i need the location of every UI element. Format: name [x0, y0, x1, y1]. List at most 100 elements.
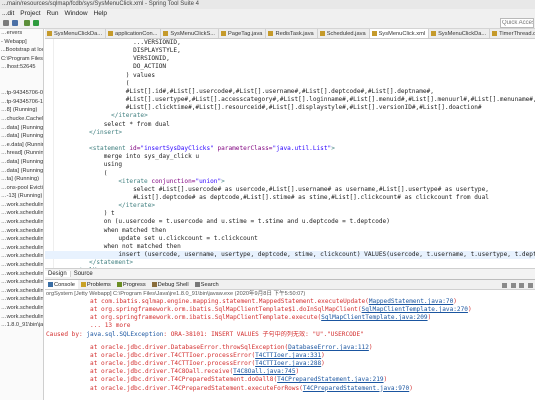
code-token: select #List[].usercode# as usercode,#Li… — [133, 185, 489, 193]
stack-frame-link[interactable]: SqlMapClientTemplate.java:209 — [321, 314, 427, 321]
debug-tree-item[interactable]: …work.scheduling... — [0, 252, 43, 261]
file-icon — [47, 31, 52, 36]
save-icon[interactable] — [12, 20, 18, 26]
console-tab-label: Progress — [122, 282, 146, 288]
debug-tree-item[interactable]: …work.scheduling... — [0, 261, 43, 270]
debug-tree-item[interactable]: …work.scheduling... — [0, 201, 43, 210]
editor-tab[interactable]: TimerThread.cla... — [490, 29, 535, 38]
stack-frame-link[interactable]: MappedStatement.java:70 — [369, 298, 453, 305]
stack-frame-link[interactable]: T4C8Oall.java:745 — [233, 368, 295, 375]
debug-tree-item[interactable]: …data] (Running) — [0, 132, 43, 141]
console-tab-debug-shell[interactable]: Debug Shell — [149, 280, 192, 289]
quick-access-input[interactable] — [500, 18, 534, 28]
stack-frame-link[interactable]: T4CPreparedStatement.java:970 — [303, 385, 409, 392]
editor-tab[interactable]: applicationCon... — [106, 29, 162, 38]
debug-tree-item[interactable]: …ons-pool Eviction — [0, 184, 43, 193]
debug-tree-item[interactable]: …ervers — [0, 29, 43, 38]
code-token: merge into sys_day_click u — [103, 153, 200, 161]
debug-tree-item[interactable]: C:\Program Files\ — [0, 55, 43, 64]
debug-tree-item[interactable]: …data] (Running) — [0, 124, 43, 133]
debug-tree-item[interactable]: ...Bootstrap at loc... — [0, 46, 43, 55]
editor-tab[interactable]: SysMenuClickDa... — [429, 29, 491, 38]
debug-tree-item[interactable] — [0, 81, 43, 90]
menu-item[interactable]: Help — [94, 10, 107, 17]
search-icon — [194, 282, 200, 287]
debug-tree-item[interactable]: …work.scheduling... — [0, 304, 43, 313]
code-line: #List[].deptcode# as deptcode,#List[].st… — [45, 194, 535, 202]
console-tab-search[interactable]: Search — [192, 280, 222, 289]
editor-tab[interactable]: PageTag.java — [219, 29, 267, 38]
editor-tab[interactable]: SysMenuClickS... — [161, 29, 219, 38]
code-line: when matched then — [45, 227, 535, 235]
stack-frame-link[interactable]: T4CTTIoer.java:331 — [255, 352, 321, 359]
debug-tree-item[interactable]: …8] (Running) — [0, 106, 43, 115]
editor-tab-label: SysMenuClickS... — [170, 31, 215, 37]
pin-console-icon[interactable] — [519, 283, 525, 288]
editor-tab[interactable]: Scheduled.java — [318, 29, 370, 38]
new-icon[interactable] — [3, 20, 9, 26]
debug-tree-item[interactable]: …ta] (Running) — [0, 175, 43, 184]
menu-item[interactable]: Window — [64, 10, 87, 17]
debug-icon[interactable] — [24, 20, 30, 26]
file-icon — [319, 31, 325, 36]
run-icon[interactable] — [33, 20, 39, 26]
stack-frame-link[interactable]: SqlMapClientTemplate.java:270 — [362, 306, 468, 313]
menu-item[interactable]: Project — [20, 10, 40, 17]
console-text: at org.springframework.orm.ibatis.SqlMap… — [90, 306, 362, 314]
debug-tree-item[interactable]: …work.scheduling... — [0, 244, 43, 253]
debug-tree-item[interactable]: …work.scheduling... — [0, 313, 43, 322]
debug-tree-item[interactable]: …1.8.0_91\bin\javaw... — [0, 321, 43, 330]
debug-shell-icon — [151, 282, 157, 287]
debug-tree-item[interactable]: …tp-94345706-0] (R — [0, 89, 43, 98]
menu-item[interactable]: Run — [47, 10, 59, 17]
code-token: VERSIONID, — [133, 55, 170, 63]
clear-console-icon[interactable] — [510, 283, 516, 288]
debug-tree-item[interactable]: …work.scheduling... — [0, 235, 43, 244]
console-tab-progress[interactable]: Progress — [114, 280, 149, 289]
debug-tree-item[interactable]: …data] (Running) — [0, 167, 43, 176]
debug-tree-item[interactable]: …work.scheduling... — [0, 209, 43, 218]
debug-tree-item[interactable]: …work.scheduling... — [0, 295, 43, 304]
debug-tree-item[interactable]: …work.scheduling... — [0, 227, 43, 236]
editor-tab[interactable]: SysMenuClick.xml — [369, 29, 430, 38]
editor-tab[interactable]: RedisTask.java — [266, 29, 318, 38]
debug-tree-item[interactable]: …hread] (Running) — [0, 149, 43, 158]
menu-item[interactable]: ...dit — [2, 10, 14, 17]
tab-design[interactable]: Design — [45, 271, 71, 277]
debug-tree-item[interactable]: …chucke.CacheMa — [0, 115, 43, 124]
file-icon — [431, 31, 437, 36]
debug-tree-item[interactable]: …data] (Running) — [0, 158, 43, 167]
debug-tree-item[interactable]: …work.scheduling... — [0, 270, 43, 279]
console-text: at oracle.jdbc.driver.T4CPreparedStateme… — [90, 384, 303, 392]
code-line: ( — [45, 170, 535, 178]
tab-source[interactable]: Source — [71, 271, 96, 277]
stack-frame-link[interactable]: DatabaseError.java:112 — [288, 344, 369, 351]
debug-tree-item[interactable]: …work.scheduling... — [0, 218, 43, 227]
editor-tab[interactable]: SysMenuClickDa... — [45, 29, 107, 38]
code-line: using — [45, 161, 535, 169]
debug-tree-item[interactable]: …work.scheduling... — [0, 287, 43, 296]
stack-frame-link[interactable]: T4CTTIoer.java:288 — [255, 360, 321, 367]
console-text: at com.ibatis.sqlmap.engine.mapping.stat… — [90, 298, 369, 305]
debug-tree-item[interactable] — [0, 72, 43, 81]
debug-tree-item[interactable]: …work.scheduling... — [0, 278, 43, 287]
terminate-icon[interactable] — [502, 283, 508, 288]
debug-tree-item[interactable]: …-13] (Running) — [0, 192, 43, 201]
console-tab-console[interactable]: Console — [45, 280, 78, 289]
code-token: conjunction= — [151, 177, 196, 185]
exception-class-link[interactable]: java.sql.SQLException — [86, 331, 163, 338]
console-tab-problems[interactable]: Problems — [78, 280, 114, 289]
debug-tree-item[interactable]: …e.data] (Running) — [0, 141, 43, 150]
file-icon — [371, 31, 377, 36]
code-area[interactable]: ...VERSIONID, DISPLAYSTYLE, VERSIONID, D… — [45, 39, 535, 268]
code-token: #List[].deptcode# as deptcode,#List[].st… — [133, 193, 489, 201]
debug-tree-item[interactable]: - Webapp] — [0, 38, 43, 47]
debug-tree-item[interactable]: …tp-94345706-1] (R — [0, 98, 43, 107]
editor-tab-label: applicationCon... — [115, 31, 158, 37]
code-token: "java.util.List" — [272, 145, 332, 153]
stack-frame-link[interactable]: T4CPreparedStatement.java:219 — [277, 376, 383, 383]
minimize-icon[interactable] — [528, 283, 533, 288]
debug-tree-item[interactable]: …lhost:52645 — [0, 63, 43, 72]
console-launch-path: orgSystem [Jetty Webapp] C:\Program File… — [46, 291, 306, 297]
